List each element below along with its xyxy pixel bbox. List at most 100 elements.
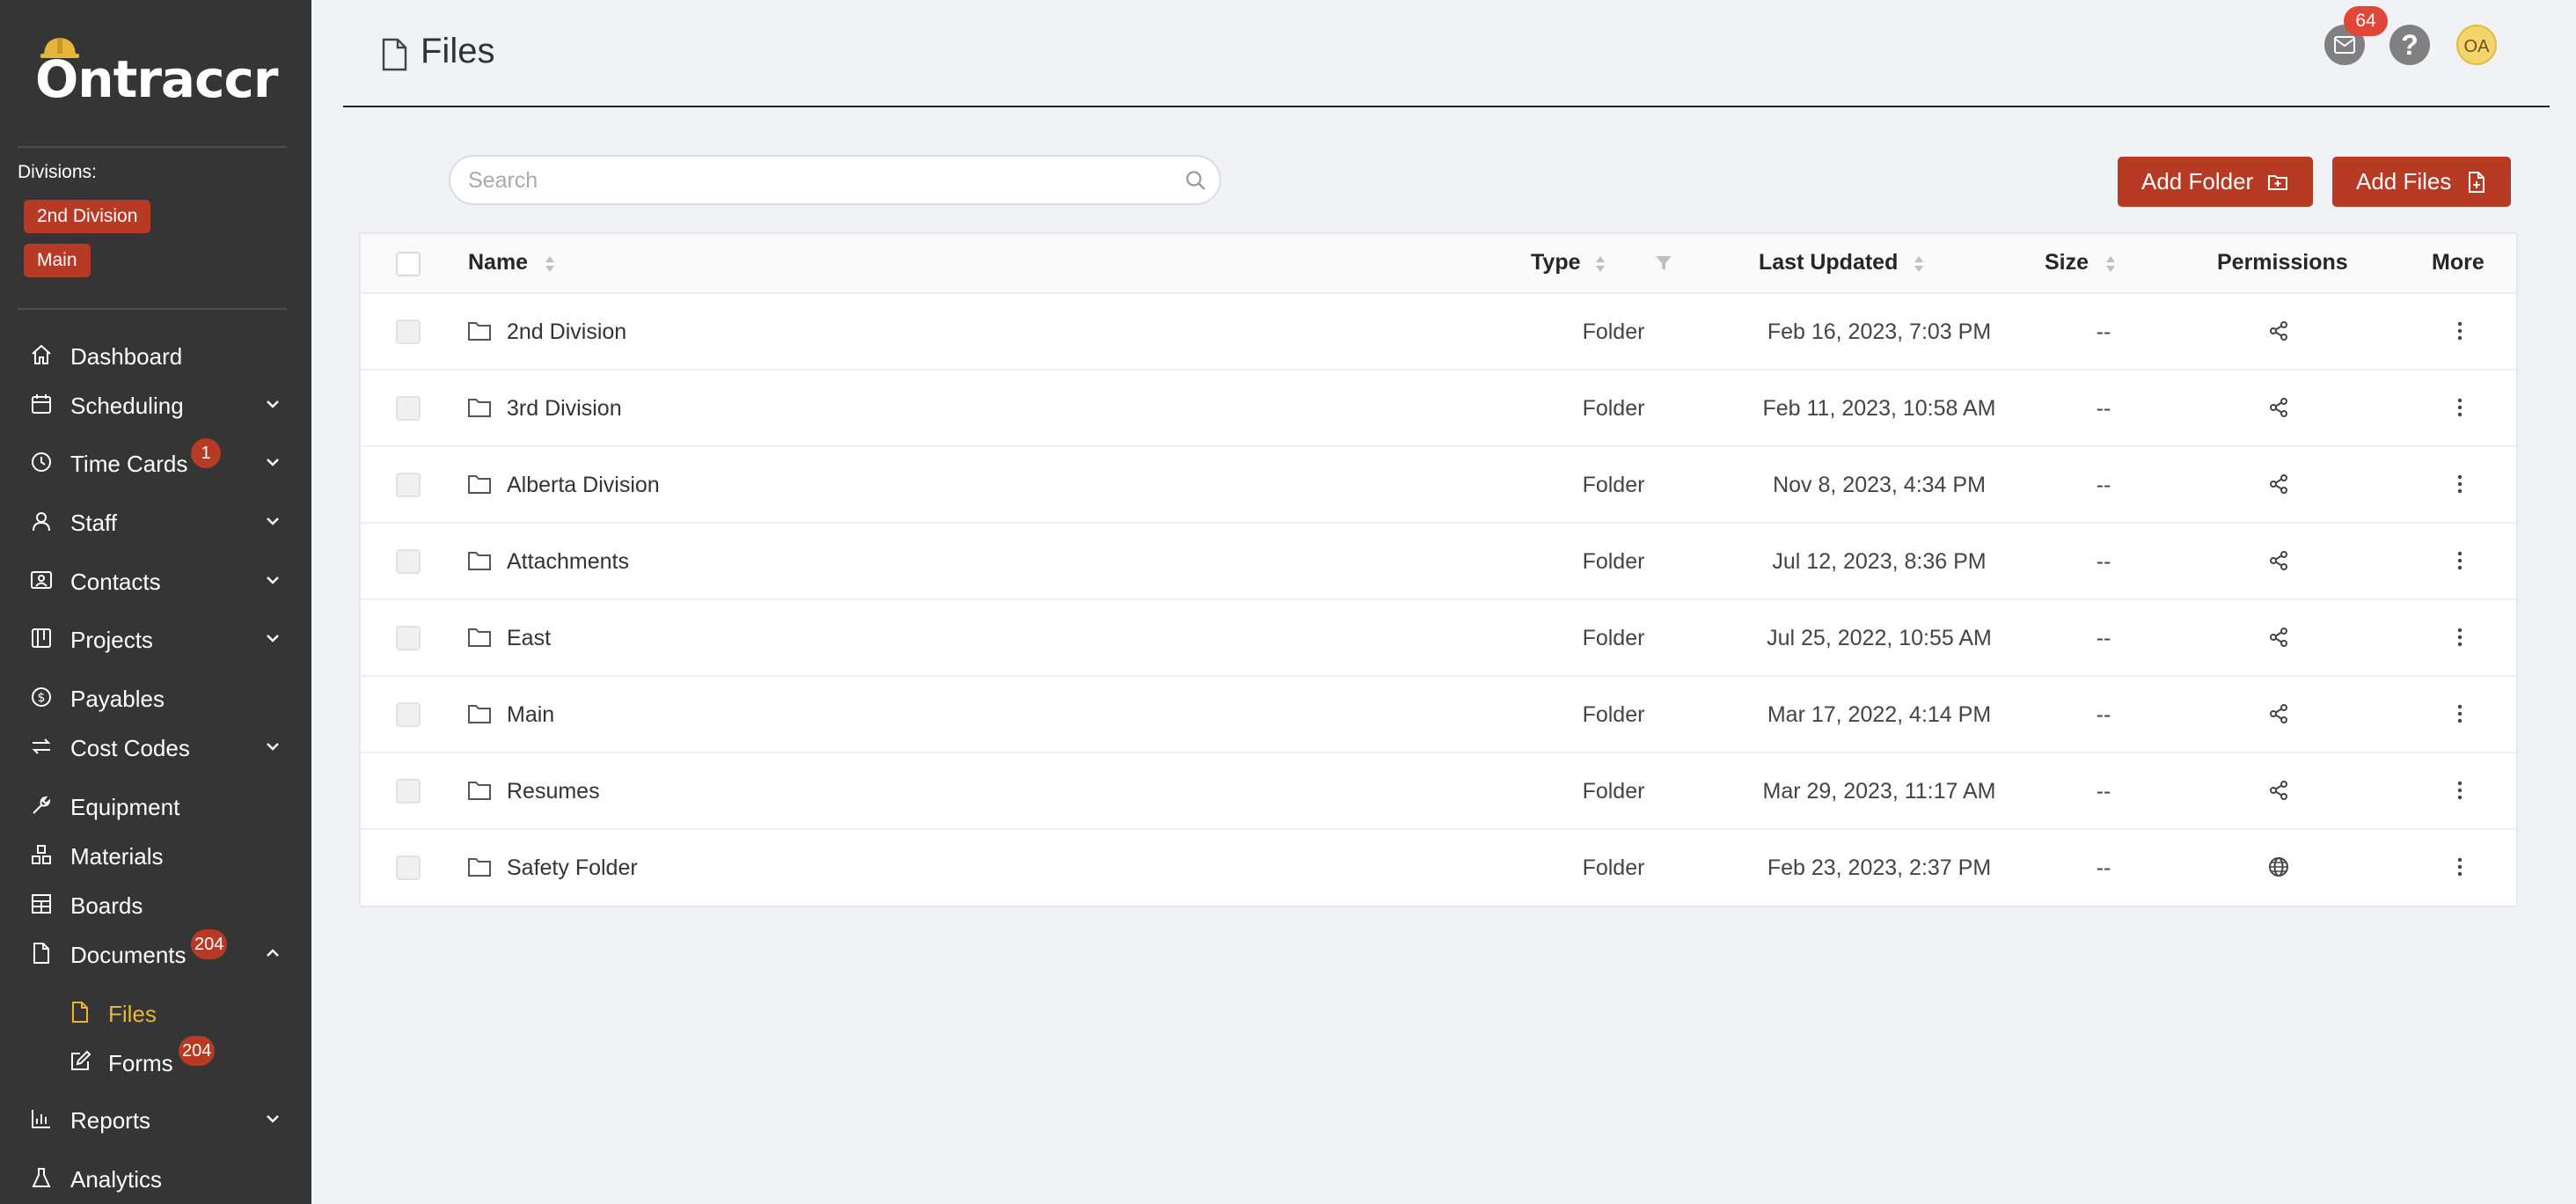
column-header-last-updated[interactable]: Last Updated [1759,250,1898,275]
table-row[interactable]: East Folder Jul 25, 2022, 10:55 AM -- [361,600,2516,677]
sidebar-item-dashboard[interactable]: Dashboard [0,333,311,377]
more-vertical-icon[interactable] [2449,473,2470,496]
sidebar-item-scheduling[interactable]: Scheduling [0,382,311,426]
wrench-icon [33,796,51,814]
search-input[interactable] [468,165,1154,195]
sidebar-item-materials[interactable]: Materials [0,833,311,877]
sidebar-item-label: Reports [70,1107,151,1134]
table-row[interactable]: Attachments Folder Jul 12, 2023, 8:36 PM… [361,524,2516,600]
row-checkbox[interactable] [396,702,421,727]
row-checkbox[interactable] [396,319,421,344]
folder-add-icon [2268,175,2287,190]
row-checkbox[interactable] [396,855,421,880]
file-name[interactable]: Attachments [507,549,629,575]
help-button[interactable]: ? [2389,25,2430,65]
row-checkbox[interactable] [396,626,421,650]
column-header-type[interactable]: Type [1531,250,1581,275]
column-header-permissions: Permissions [2217,250,2348,275]
sort-icon[interactable] [544,253,556,275]
row-checkbox[interactable] [396,779,421,804]
ontraccr-logo[interactable]: Ontraccr [35,35,282,109]
sidebar-item-contacts[interactable]: Contacts [0,558,311,602]
sidebar-item-equipment[interactable]: Equipment [0,783,311,827]
sidebar-item-time-cards[interactable]: Time Cards 1 [0,438,311,484]
sort-icon[interactable] [1913,253,1925,275]
file-name[interactable]: Alberta Division [507,473,660,498]
file-last-updated: Mar 29, 2023, 11:17 AM [1762,779,1996,804]
add-files-button[interactable]: Add Files [2332,157,2511,207]
notifications-badge: 64 [2344,6,2388,36]
header-divider [343,106,2550,107]
row-checkbox[interactable] [396,396,421,421]
files-table: Name Type Last Updated Size Permissions … [359,232,2518,907]
table-row[interactable]: Alberta Division Folder Nov 8, 2023, 4:3… [361,447,2516,524]
sidebar-item-label: Projects [70,627,153,653]
share-icon[interactable] [2268,320,2289,341]
share-icon[interactable] [2268,550,2289,571]
sort-icon[interactable] [1594,253,1606,275]
sidebar-item-boards[interactable]: Boards [0,882,311,926]
sidebar-item-reports[interactable]: Reports [0,1097,311,1141]
sidebar-item-analytics[interactable]: Analytics [0,1156,311,1200]
more-vertical-icon[interactable] [2449,319,2470,342]
sidebar-item-projects[interactable]: Projects [0,616,311,660]
sidebar-item-forms[interactable]: Forms 204 [0,1036,311,1083]
sidebar-item-cost-codes[interactable]: Cost Codes [0,724,311,768]
add-folder-button[interactable]: Add Folder [2118,157,2313,207]
file-size: -- [2096,855,2111,880]
sidebar-item-staff[interactable]: Staff [0,499,311,543]
search-icon[interactable] [1184,169,1207,192]
share-icon[interactable] [2268,397,2289,418]
folder-icon [468,475,491,494]
sidebar-item-label: Scheduling [70,393,184,419]
logo-text: Ontraccr [35,49,278,109]
more-vertical-icon[interactable] [2449,549,2470,572]
table-row[interactable]: 2nd Division Folder Feb 16, 2023, 7:03 P… [361,294,2516,371]
sidebar-item-files[interactable]: Files [0,990,311,1034]
more-vertical-icon[interactable] [2449,626,2470,649]
table-row[interactable]: 3rd Division Folder Feb 11, 2023, 10:58 … [361,371,2516,447]
select-all-checkbox[interactable] [396,252,421,276]
sidebar-item-payables[interactable]: $ Payables [0,675,311,719]
more-vertical-icon[interactable] [2449,702,2470,725]
file-name[interactable]: East [507,626,551,651]
edit-form-icon [71,1050,91,1070]
svg-text:$: $ [38,691,46,705]
row-checkbox[interactable] [396,549,421,574]
dollar-icon: $ [32,687,51,707]
table-row[interactable]: Resumes Folder Mar 29, 2023, 11:17 AM -- [361,753,2516,830]
row-checkbox[interactable] [396,473,421,497]
file-name[interactable]: 3rd Division [507,396,622,422]
column-header-size[interactable]: Size [2045,250,2089,275]
sidebar-item-label: Boards [70,892,143,919]
table-row[interactable]: Main Folder Mar 17, 2022, 4:14 PM -- [361,677,2516,753]
share-icon[interactable] [2268,627,2289,648]
file-name[interactable]: Safety Folder [507,855,638,881]
share-icon[interactable] [2268,474,2289,495]
more-vertical-icon[interactable] [2449,779,2470,802]
table-row[interactable]: Safety Folder Folder Feb 23, 2023, 2:37 … [361,830,2516,907]
globe-icon[interactable] [2268,856,2289,877]
sort-icon[interactable] [2104,253,2117,275]
file-name[interactable]: Resumes [507,779,600,804]
division-tag-main[interactable]: Main [24,244,91,277]
add-folder-label: Add Folder [2141,168,2254,195]
file-last-updated: Jul 12, 2023, 8:36 PM [1772,549,1987,574]
clock-icon [32,452,51,472]
sidebar-divider [18,146,287,148]
more-vertical-icon[interactable] [2449,396,2470,419]
sidebar-item-label: Files [108,1001,157,1027]
share-icon[interactable] [2268,780,2289,801]
file-name[interactable]: Main [507,702,554,728]
column-header-name[interactable]: Name [468,250,528,275]
file-name[interactable]: 2nd Division [507,319,626,345]
share-icon[interactable] [2268,703,2289,724]
filter-icon[interactable] [1654,253,1673,273]
avatar[interactable]: OA [2456,25,2497,65]
sidebar-item-label: Cost Codes [70,735,190,761]
more-vertical-icon[interactable] [2449,855,2470,878]
sidebar-item-documents[interactable]: Documents 204 [0,929,311,975]
file-icon [382,38,407,71]
division-tag-2nd-division[interactable]: 2nd Division [24,200,151,233]
file-add-icon [2469,172,2485,193]
